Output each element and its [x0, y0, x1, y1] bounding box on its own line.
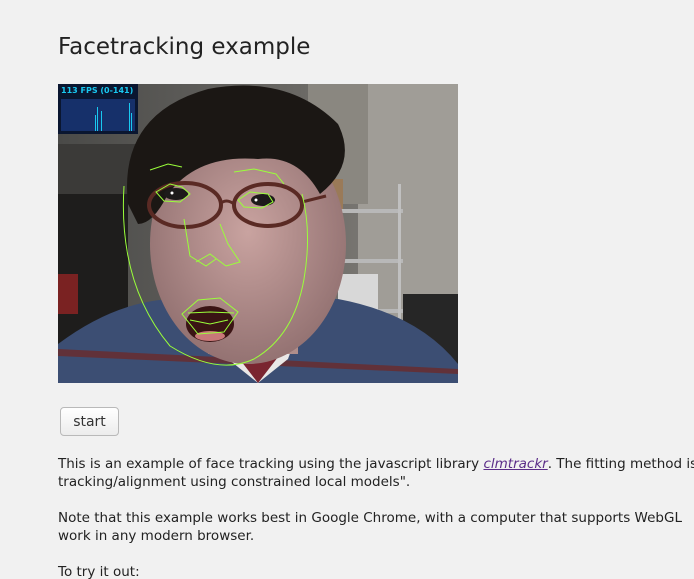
fps-label: 113 FPS (0-141): [61, 86, 134, 95]
note-line1: Note that this example works best in Goo…: [58, 510, 682, 526]
intro-paragraph: This is an example of face tracking usin…: [58, 455, 694, 491]
intro-line2: tracking/alignment using constrained loc…: [58, 474, 411, 490]
fps-meter: 113 FPS (0-141): [58, 84, 138, 134]
fps-graph: [61, 99, 135, 131]
page: Facetracking example 113 FPS (0-141) sta…: [0, 0, 694, 579]
fps-bars: [95, 103, 132, 131]
note-paragraph: Note that this example works best in Goo…: [58, 509, 682, 545]
intro-line1-pre: This is an example of face tracking usin…: [58, 456, 484, 472]
note-line2: work in any modern browser.: [58, 528, 255, 544]
clmtrackr-link[interactable]: clmtrackr: [483, 456, 547, 472]
page-title: Facetracking example: [58, 34, 311, 60]
try-label: To try it out:: [58, 564, 140, 579]
start-button[interactable]: start: [60, 407, 119, 436]
intro-line1-post: . The fitting method is g: [547, 456, 694, 472]
